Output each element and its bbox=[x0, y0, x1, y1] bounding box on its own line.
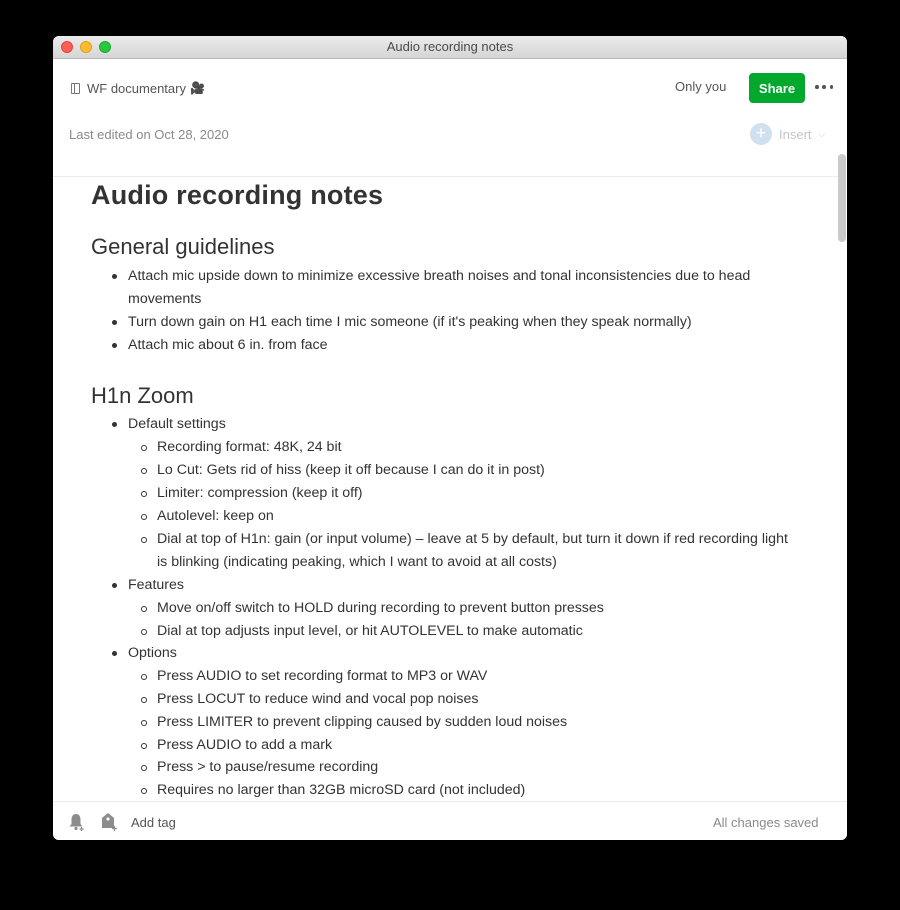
sharing-status[interactable]: Only you bbox=[675, 79, 726, 94]
list-item-continuation: movements bbox=[128, 291, 202, 307]
sub-list-item-continuation: is blinking (indicating peaking, which I… bbox=[157, 554, 557, 570]
list-item: Options bbox=[112, 642, 177, 665]
hollow-bullet-icon bbox=[141, 764, 147, 771]
sub-list-item: Dial at top adjusts input level, or hit … bbox=[141, 620, 583, 643]
notebook-name: WF documentary bbox=[87, 80, 186, 96]
sub-list-item: Lo Cut: Gets rid of hiss (keep it off be… bbox=[141, 459, 545, 482]
hollow-bullet-icon bbox=[141, 673, 147, 680]
sub-list-item: Autolevel: keep on bbox=[141, 505, 274, 528]
hollow-bullet-icon bbox=[141, 490, 147, 497]
bullet-icon bbox=[112, 320, 117, 325]
app-window: Audio recording notes WF documentary 🎥 O… bbox=[53, 36, 847, 840]
insert-label: Insert bbox=[779, 126, 812, 142]
sub-list-item: Press AUDIO to set recording format to M… bbox=[141, 665, 487, 688]
reminder-bell-icon[interactable] bbox=[68, 812, 85, 832]
vertical-scrollbar[interactable] bbox=[838, 154, 846, 242]
bullet-icon bbox=[112, 274, 117, 279]
hollow-bullet-icon bbox=[141, 628, 147, 635]
hollow-bullet-icon bbox=[141, 513, 147, 520]
title-bar: Audio recording notes bbox=[53, 36, 847, 59]
section-heading: H1n Zoom bbox=[91, 383, 194, 408]
sub-list-item: Press AUDIO to add a mark bbox=[141, 734, 332, 757]
hollow-bullet-icon bbox=[141, 719, 147, 726]
plus-icon: + bbox=[750, 123, 772, 145]
add-tag-icon[interactable] bbox=[100, 812, 118, 832]
hollow-bullet-icon bbox=[141, 536, 147, 543]
hollow-bullet-icon bbox=[141, 467, 147, 474]
note-header: WF documentary 🎥 Only you Share Last edi… bbox=[53, 59, 847, 177]
hollow-bullet-icon bbox=[141, 787, 147, 794]
sub-list-item: Limiter: compression (keep it off) bbox=[141, 482, 363, 505]
share-button[interactable]: Share bbox=[749, 73, 805, 103]
note-title[interactable]: Audio recording notes bbox=[91, 180, 383, 211]
sub-list-item: Press LIMITER to prevent clipping caused… bbox=[141, 711, 567, 734]
hollow-bullet-icon bbox=[141, 742, 147, 749]
add-tag-button[interactable]: Add tag bbox=[131, 815, 176, 830]
bullet-icon bbox=[112, 422, 117, 427]
notebook-breadcrumb[interactable]: WF documentary 🎥 bbox=[71, 79, 205, 97]
note-editor[interactable]: Audio recording notes General guidelines… bbox=[53, 154, 847, 801]
save-status: All changes saved bbox=[713, 815, 819, 830]
bullet-icon bbox=[112, 343, 117, 348]
note-footer: Add tag All changes saved bbox=[53, 801, 847, 840]
sub-list-item: Press LOCUT to reduce wind and vocal pop… bbox=[141, 688, 479, 711]
hollow-bullet-icon bbox=[141, 696, 147, 703]
list-item: Attach mic upside down to minimize exces… bbox=[112, 265, 750, 288]
last-edited-text: Last edited on Oct 28, 2020 bbox=[69, 127, 229, 142]
insert-button[interactable]: + Insert ⌵ bbox=[750, 123, 825, 145]
sub-list-item: Press > to pause/resume recording bbox=[141, 756, 378, 779]
bullet-icon bbox=[112, 651, 117, 656]
list-item: Features bbox=[112, 574, 184, 597]
hollow-bullet-icon bbox=[141, 605, 147, 612]
hollow-bullet-icon bbox=[141, 444, 147, 451]
sub-list-item: Recording format: 48K, 24 bit bbox=[141, 436, 342, 459]
window-title: Audio recording notes bbox=[386, 39, 514, 54]
chevron-down-icon: ⌵ bbox=[818, 128, 826, 139]
movie-camera-icon: 🎥 bbox=[189, 81, 205, 95]
section-heading: General guidelines bbox=[91, 234, 275, 259]
list-item: Default settings bbox=[112, 413, 226, 436]
sub-list-item: Dial at top of H1n: gain (or input volum… bbox=[141, 528, 788, 551]
more-options-icon[interactable] bbox=[815, 79, 833, 95]
bullet-icon bbox=[112, 583, 117, 588]
list-item: Attach mic about 6 in. from face bbox=[112, 334, 328, 357]
notebook-icon bbox=[71, 82, 80, 94]
list-item: Turn down gain on H1 each time I mic som… bbox=[112, 311, 692, 334]
sub-list-item: Move on/off switch to HOLD during record… bbox=[141, 597, 604, 620]
sub-list-item: Requires no larger than 32GB microSD car… bbox=[141, 779, 525, 801]
